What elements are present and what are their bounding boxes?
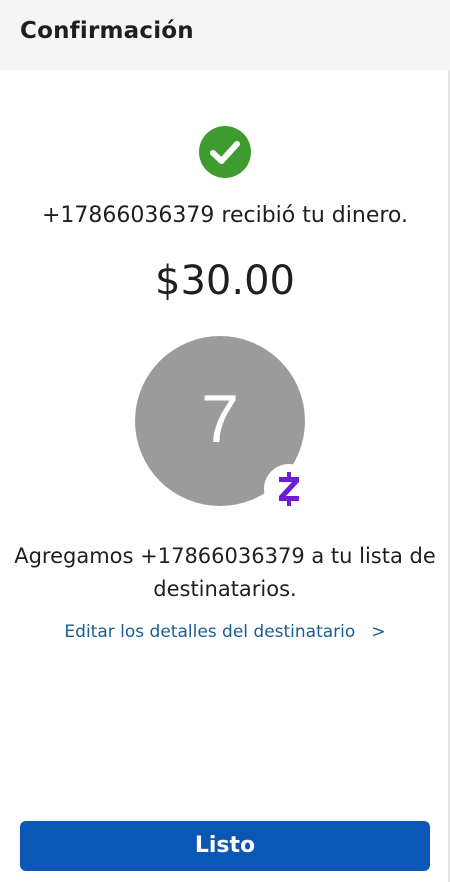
- check-circle-icon: [199, 126, 251, 178]
- avatar-initial: 7: [201, 381, 239, 457]
- chevron-right-icon: >: [371, 622, 386, 642]
- amount-sent: $30.00: [155, 258, 295, 304]
- edit-link-label: Editar los detalles del destinatario: [64, 622, 356, 642]
- edit-recipient-details-link[interactable]: Editar los detalles del destinatario >: [0, 622, 450, 642]
- done-button[interactable]: Listo: [20, 821, 430, 871]
- added-to-recipients-message: Agregamos +17866036379 a tu lista de des…: [0, 540, 450, 606]
- added-message-line-2: destinatarios.: [153, 577, 297, 601]
- received-message: +17866036379 recibió tu dinero.: [42, 203, 408, 228]
- header-bar: Confirmación: [0, 0, 450, 70]
- zelle-badge: [264, 464, 314, 514]
- zelle-logo-icon: [279, 472, 299, 506]
- page-title: Confirmación: [20, 18, 194, 44]
- added-message-line-1: Agregamos +17866036379 a tu lista de: [14, 544, 436, 568]
